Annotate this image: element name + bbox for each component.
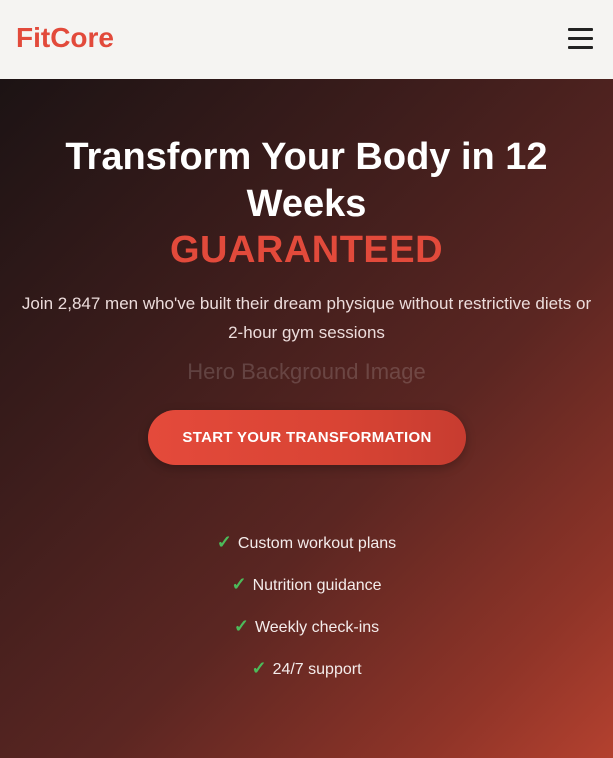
feature-list: ✓ Custom workout plans ✓ Nutrition guidanc… — [0, 529, 613, 697]
feature-item: ✓ Weekly check-ins — [0, 613, 613, 655]
hamburger-menu-icon[interactable] — [563, 24, 597, 54]
top-nav-bar: FitCore — [0, 0, 613, 79]
feature-item: ✓ Custom workout plans — [0, 529, 613, 571]
hero-background-image-placeholder: Hero Background Image — [187, 359, 426, 384]
hero-section: Transform Your Body in 12 Weeks GUARANTE… — [0, 79, 613, 758]
feature-item: ✓ Nutrition guidance — [0, 571, 613, 613]
start-transformation-button[interactable]: START YOUR TRANSFORMATION — [148, 410, 466, 465]
hero-subtext: Join 2,847 men who've built their dream … — [21, 294, 592, 342]
feature-label: Nutrition guidance — [252, 577, 382, 594]
feature-label: Weekly check-ins — [254, 619, 380, 636]
hero-headline: Transform Your Body in 12 Weeks — [65, 136, 548, 225]
checkmark-icon: ✓ — [233, 616, 249, 636]
hero-guarantee-text: GUARANTEED — [169, 229, 444, 271]
feature-label: 24/7 support — [272, 661, 362, 678]
brand-logo[interactable]: FitCore — [16, 21, 114, 55]
checkmark-icon: ✓ — [216, 532, 232, 552]
checkmark-icon: ✓ — [231, 574, 247, 594]
feature-item: ✓ 24/7 support — [0, 655, 613, 697]
checkmark-icon: ✓ — [251, 658, 267, 678]
feature-label: Custom workout plans — [237, 535, 397, 552]
landing-page: FitCore Transform Your Body in 12 Weeks … — [0, 0, 613, 758]
